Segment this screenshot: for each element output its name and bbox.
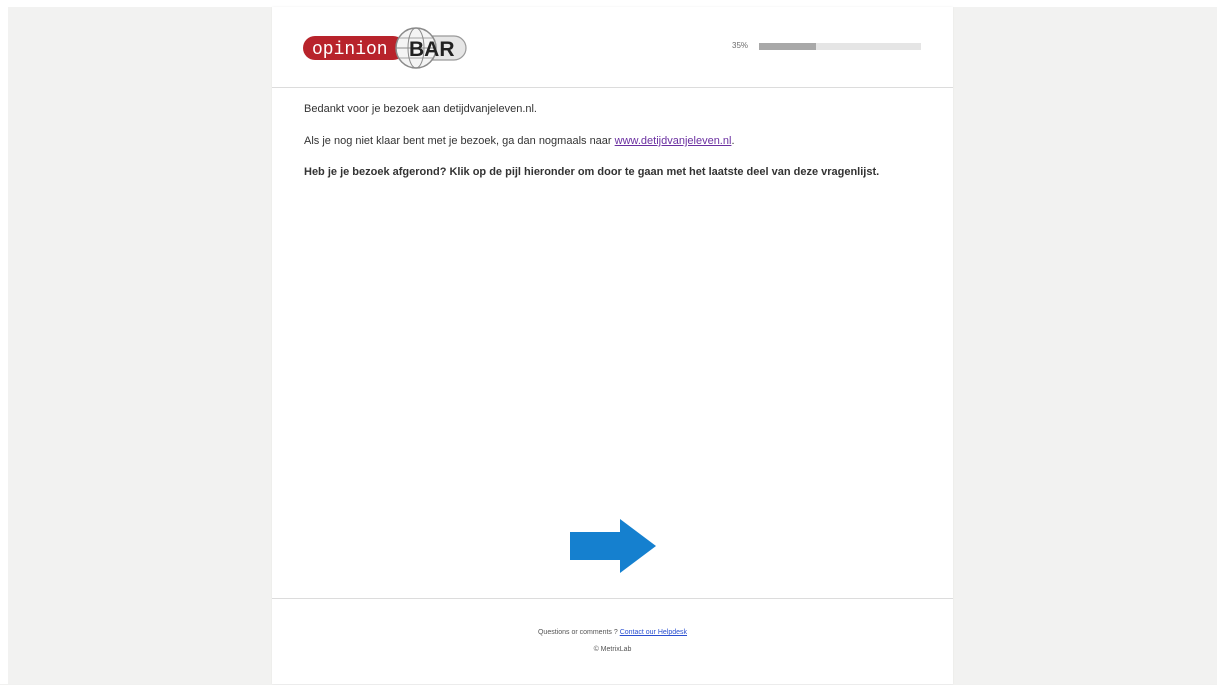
progress-percent: 35%	[732, 41, 749, 50]
help-line: Questions or comments ? Contact our Help…	[272, 629, 953, 636]
arrow-right-icon	[570, 519, 656, 573]
site-link[interactable]: www.detijdvanjeleven.nl	[615, 135, 732, 147]
return-text: Als je nog niet klaar bent met je bezoek…	[304, 135, 924, 148]
return-text-lead: Als je nog niet klaar bent met je bezoek…	[304, 135, 615, 147]
left-edge	[0, 0, 8, 684]
return-text-end: .	[731, 135, 735, 147]
next-arrow-button[interactable]	[570, 519, 656, 573]
copyright: © MetrixLab	[593, 646, 632, 653]
thanks-text: Bedankt voor je bezoek aan detijdvanjele…	[304, 103, 537, 115]
help-question: Questions or comments ?	[537, 629, 620, 636]
helpdesk-link[interactable]: Contact our Helpdesk	[620, 629, 687, 636]
progress-bar	[759, 43, 921, 50]
survey-header: opinion BAR 35%	[272, 7, 953, 88]
top-edge	[0, 0, 1217, 7]
opinionbar-logo: opinion BAR	[303, 27, 467, 69]
progress-bar-fill	[759, 43, 816, 50]
survey-footer: Questions or comments ? Contact our Help…	[272, 598, 953, 685]
survey-panel: opinion BAR 35% Bedankt voor je bezoek a…	[272, 7, 953, 684]
instruction-text: Heb je je bezoek afgerond? Klik op de pi…	[304, 166, 880, 178]
logo-text-opinion: opinion	[312, 40, 388, 60]
logo-text-bar: BAR	[409, 38, 455, 61]
